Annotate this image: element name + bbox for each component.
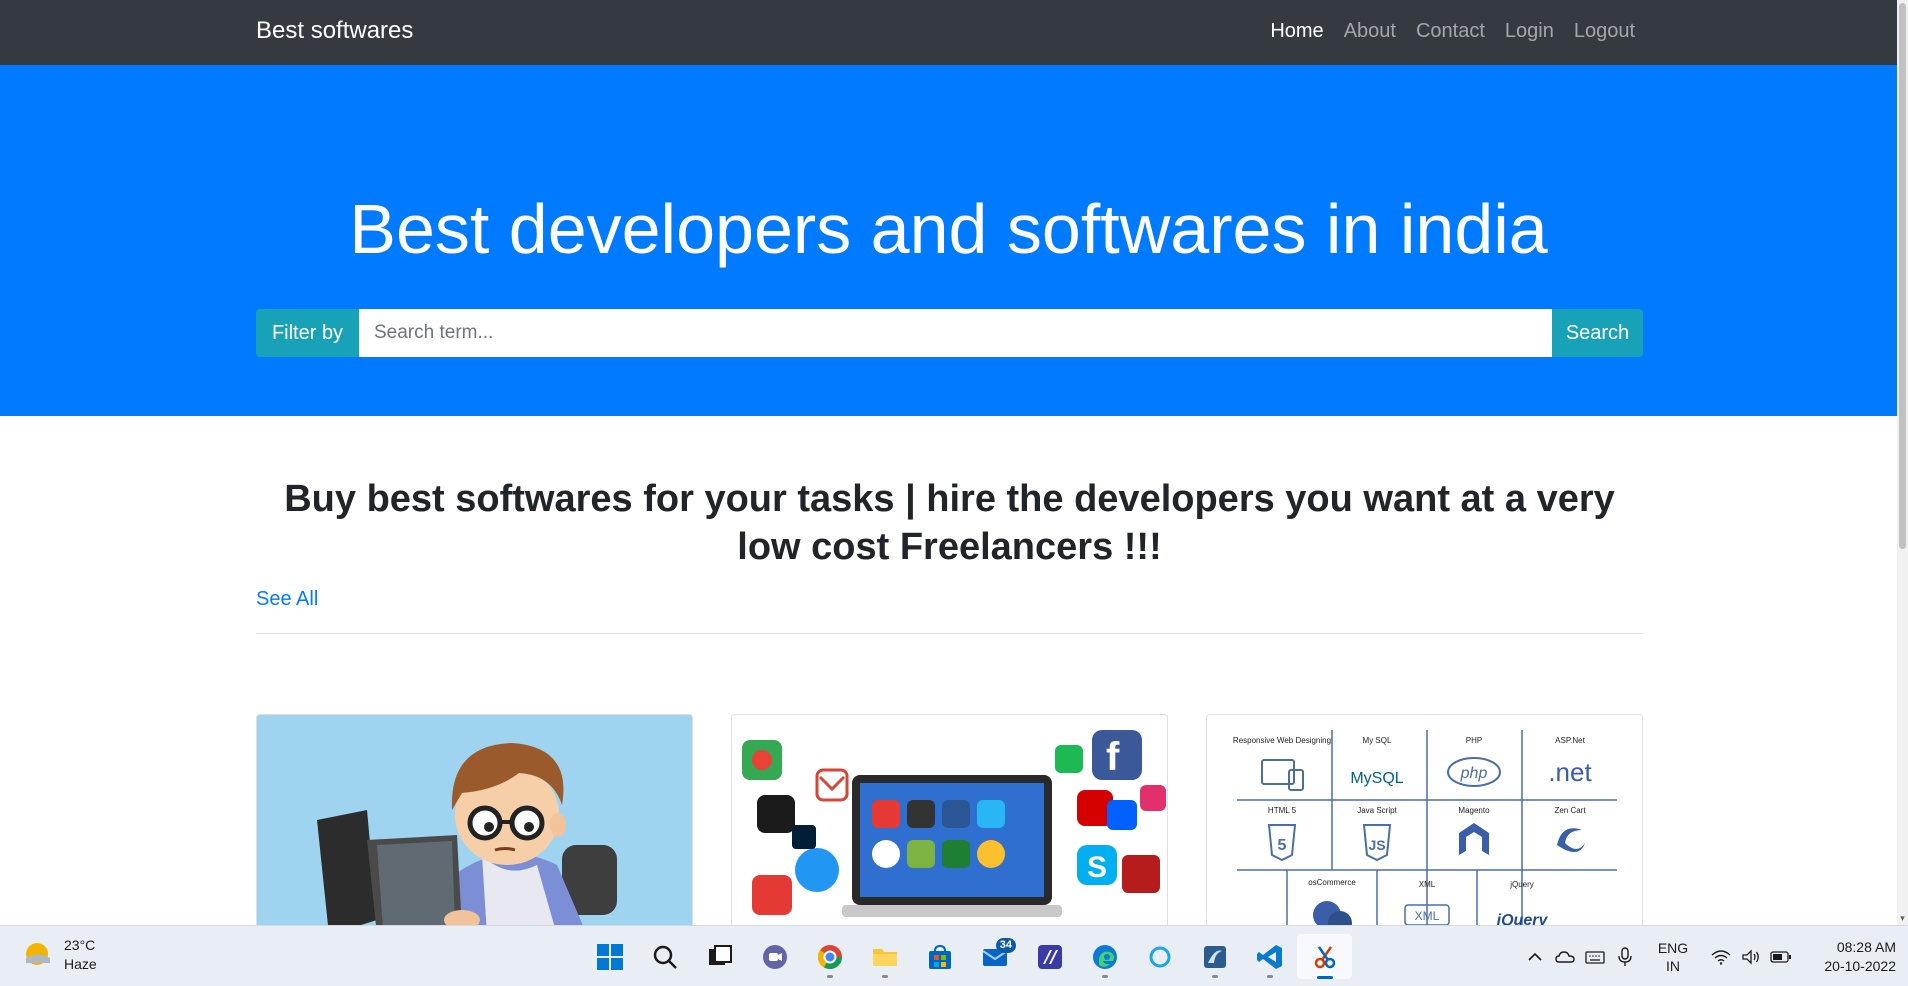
developer-cartoon-image	[257, 715, 692, 925]
navbar: Best softwares Home About Contact Login …	[0, 0, 1897, 65]
clock-date: 20-10-2022	[1824, 957, 1896, 974]
jquery-logo: jQuery	[1495, 912, 1549, 925]
scroll-down-arrow-icon[interactable]: ▾	[1898, 914, 1907, 923]
taskbar-apps: 34	[582, 934, 1352, 979]
lang-line2: IN	[1666, 957, 1680, 974]
tech-label-aspnet: ASP.Net	[1555, 736, 1585, 745]
svg-text:JS: JS	[1368, 837, 1385, 853]
tech-label-javascript: Java Script	[1357, 806, 1397, 815]
language-indicator[interactable]: ENG IN	[1648, 939, 1698, 975]
nav-link-home[interactable]: Home	[1270, 17, 1323, 45]
tech-label-magento: Magento	[1458, 806, 1490, 815]
search-group: Filter by Search	[256, 309, 1643, 357]
cortana-icon[interactable]	[1132, 934, 1187, 979]
see-all-link[interactable]: See All	[256, 585, 318, 613]
tech-label-zencart: Zen Cart	[1554, 806, 1586, 815]
scrollbar-thumb[interactable]	[1899, 3, 1906, 549]
product-card-developer[interactable]	[256, 714, 693, 925]
weather-desc: Haze	[64, 956, 97, 972]
windows-taskbar: 23°C Haze 34 ENG IN 08:28 AM 20-10-2022	[0, 925, 1908, 986]
svg-text:5: 5	[1278, 837, 1287, 854]
tech-label-xml: XML	[1419, 880, 1436, 889]
mail-badge: 34	[995, 938, 1016, 953]
tech-label-mysql: My SQL	[1363, 736, 1392, 745]
web-technologies-grid-image: Responsive Web Designing My SQL PHP ASP.…	[1207, 715, 1642, 925]
section-divider	[256, 633, 1643, 634]
filter-by-button[interactable]: Filter by	[256, 309, 359, 357]
vertical-scrollbar[interactable]: ▾	[1897, 0, 1908, 925]
nav-link-about[interactable]: About	[1344, 17, 1396, 45]
php-logo: php	[1460, 765, 1488, 782]
haze-sun-icon	[22, 939, 54, 971]
nav-link-login[interactable]: Login	[1505, 17, 1554, 45]
clock-time: 08:28 AM	[1836, 938, 1896, 955]
file-explorer-icon[interactable]	[857, 934, 912, 979]
svg-text:f: f	[1106, 735, 1120, 779]
tech-label-oscommerce: osCommerce	[1308, 878, 1356, 887]
chevron-up-icon[interactable]	[1520, 942, 1550, 972]
nav-link-contact[interactable]: Contact	[1416, 17, 1485, 45]
keyboard-icon[interactable]	[1580, 942, 1610, 972]
microphone-icon[interactable]	[1610, 942, 1640, 972]
weather-widget[interactable]: 23°C Haze	[22, 936, 97, 974]
app-icons-laptop-image: f S	[732, 715, 1167, 925]
mail-icon[interactable]: 34	[967, 934, 1022, 979]
edge-icon[interactable]	[1077, 934, 1132, 979]
battery-icon[interactable]	[1766, 942, 1796, 972]
nav-link-logout[interactable]: Logout	[1574, 17, 1635, 45]
volume-icon[interactable]	[1736, 942, 1766, 972]
start-icon[interactable]	[582, 934, 637, 979]
lang-line1: ENG	[1657, 939, 1689, 956]
hero-title: Best developers and softwares in india	[349, 190, 1548, 268]
task-view-icon[interactable]	[692, 934, 747, 979]
wifi-icon[interactable]	[1706, 942, 1736, 972]
section-headline: Buy best softwares for your tasks | hire…	[284, 478, 1615, 568]
onedrive-cloud-icon[interactable]	[1550, 942, 1580, 972]
xml-logo: XML	[1415, 909, 1440, 923]
vscode-icon[interactable]	[1242, 934, 1297, 979]
search-button[interactable]: Search	[1552, 309, 1643, 357]
brand-link[interactable]: Best softwares	[256, 16, 413, 46]
sql-server-icon[interactable]	[1187, 934, 1242, 979]
search-input[interactable]	[359, 309, 1552, 357]
teams-chat-icon[interactable]	[747, 934, 802, 979]
browser-viewport: Best softwares Home About Contact Login …	[0, 0, 1897, 925]
search-icon[interactable]	[637, 934, 692, 979]
weather-temp: 23°C	[64, 937, 96, 953]
nav-links: Home About Contact Login Logout	[1270, 17, 1635, 45]
mysql-logo: MySQL	[1350, 770, 1403, 787]
snipping-tool-icon[interactable]	[1297, 934, 1352, 979]
svg-text:S: S	[1087, 851, 1107, 884]
dotnet-logo: .net	[1548, 757, 1592, 787]
system-clock[interactable]: 08:28 AM 20-10-2022	[1806, 938, 1896, 976]
microsoft-store-icon[interactable]	[912, 934, 967, 979]
tech-label-responsive: Responsive Web Designing	[1233, 736, 1331, 745]
chrome-icon[interactable]	[802, 934, 857, 979]
tech-label-php: PHP	[1466, 736, 1482, 745]
hero-jumbotron: Best developers and softwares in india F…	[0, 65, 1897, 416]
app-icon-slash[interactable]	[1022, 934, 1077, 979]
product-card-technologies[interactable]: Responsive Web Designing My SQL PHP ASP.…	[1206, 714, 1643, 925]
product-card-apps[interactable]: f S	[731, 714, 1168, 925]
tech-label-html5: HTML 5	[1268, 806, 1297, 815]
tech-label-jquery: jQuery	[1509, 880, 1534, 889]
system-tray: ENG IN 08:28 AM 20-10-2022	[1520, 926, 1908, 986]
